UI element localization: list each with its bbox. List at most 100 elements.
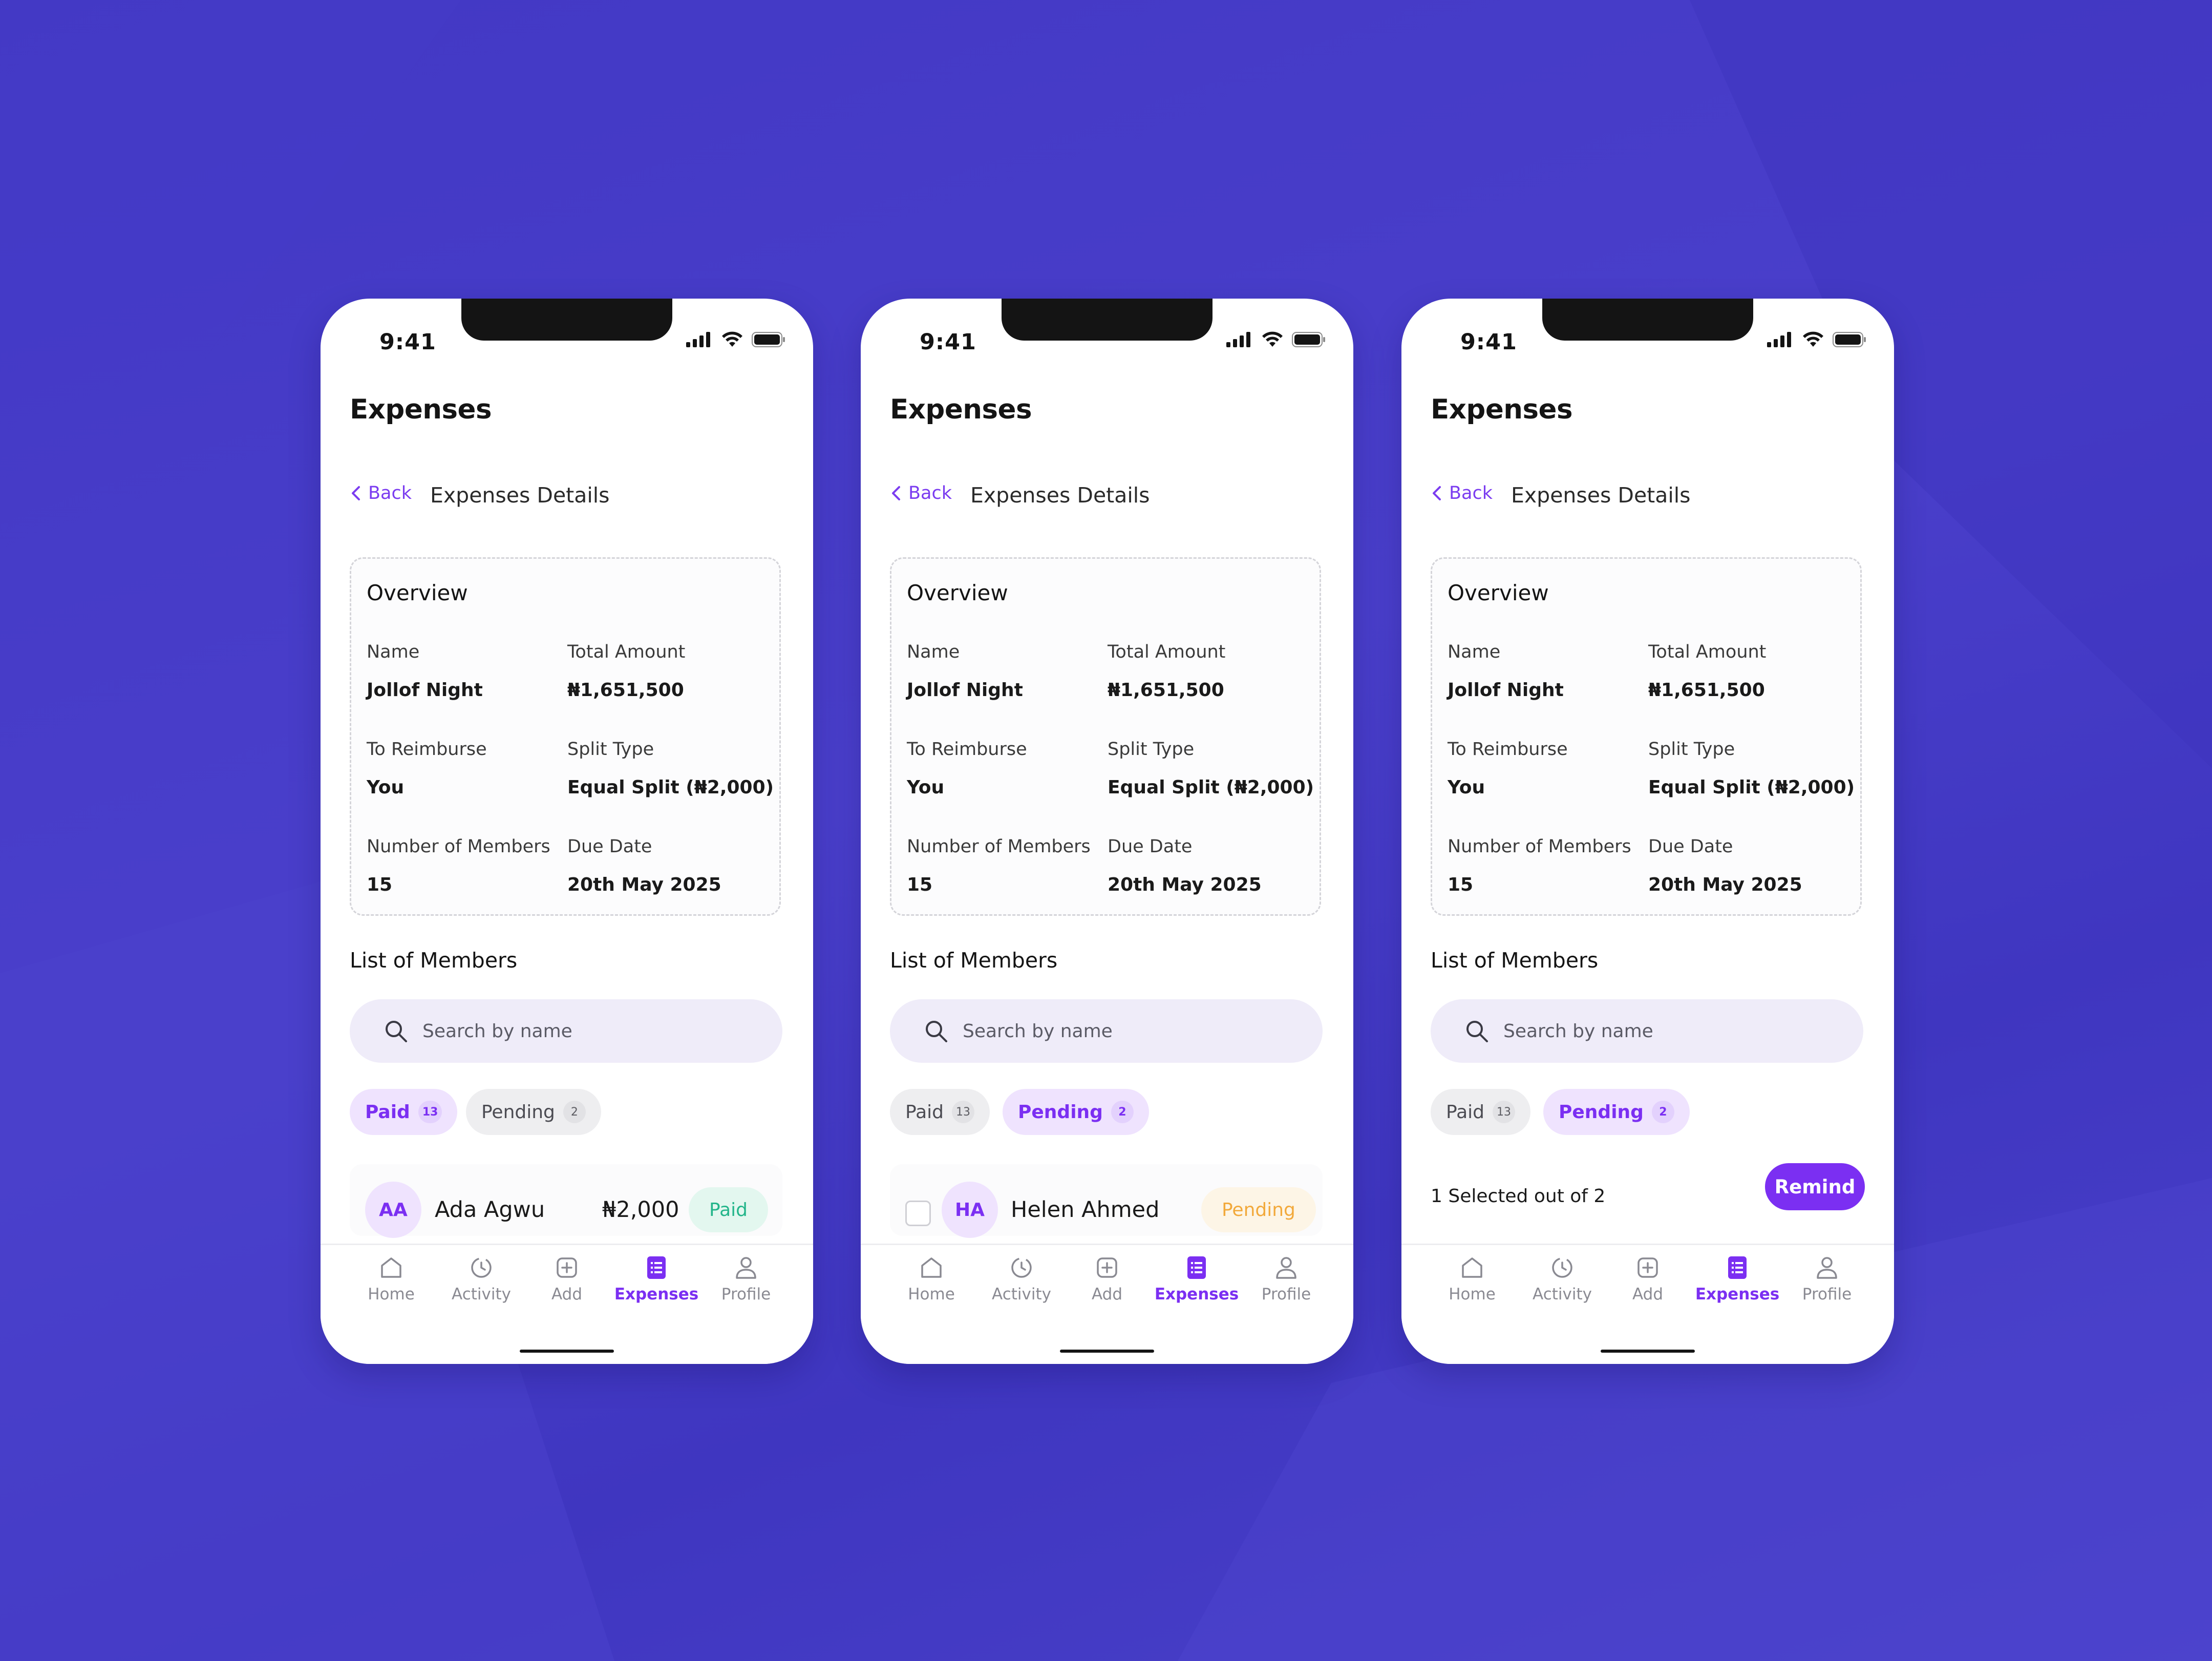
- back-button[interactable]: Back: [890, 483, 952, 503]
- total-amount-value: ₦1,651,500: [1108, 680, 1224, 701]
- filter-chip-pending[interactable]: Pending 2: [466, 1089, 601, 1135]
- tab-home[interactable]: Home: [353, 1254, 430, 1303]
- chevron-left-icon: [1433, 486, 1441, 500]
- split-type-label: Split Type: [567, 739, 654, 760]
- tab-home[interactable]: Home: [893, 1254, 970, 1303]
- split-type-value: Equal Split (₦2,000): [1108, 777, 1314, 798]
- members-section-title: List of Members: [1431, 948, 1599, 973]
- tab-activity[interactable]: Activity: [1524, 1254, 1601, 1303]
- filter-chip-paid[interactable]: Paid 13: [1431, 1089, 1531, 1135]
- reimburse-value: You: [367, 777, 405, 798]
- members-count-label: Number of Members: [367, 836, 550, 857]
- activity-icon: [471, 1257, 492, 1278]
- battery-icon: [1292, 332, 1325, 347]
- chip-count: 13: [952, 1101, 975, 1123]
- tab-add[interactable]: Add: [1069, 1254, 1145, 1303]
- activity-icon: [1011, 1257, 1032, 1278]
- chip-count: 13: [418, 1101, 442, 1123]
- notch: [1002, 299, 1213, 341]
- filter-chip-pending[interactable]: Pending 2: [1003, 1089, 1149, 1135]
- tab-profile[interactable]: Profile: [1248, 1254, 1325, 1303]
- notch: [461, 299, 672, 341]
- filter-chip-paid[interactable]: Paid 13: [890, 1089, 990, 1135]
- tab-label: Expenses: [1154, 1285, 1239, 1303]
- notch: [1542, 299, 1753, 341]
- wifi-icon: [1262, 331, 1283, 347]
- chip-label: Paid: [1446, 1101, 1485, 1123]
- total-amount-value: ₦1,651,500: [1648, 680, 1765, 701]
- tab-expenses[interactable]: Expenses: [1155, 1254, 1239, 1303]
- phone-screen-remind: 9:41 Expenses Back Expenses Details Over…: [1401, 299, 1894, 1364]
- expenses-icon: [1187, 1256, 1206, 1279]
- tab-label: Expenses: [1695, 1285, 1780, 1303]
- name-label: Name: [907, 642, 960, 662]
- overview-card: Overview Name Jollof Night Total Amount …: [1431, 557, 1862, 916]
- list-item[interactable]: HA Helen Ahmed Pending: [890, 1164, 1323, 1238]
- back-button[interactable]: Back: [1431, 483, 1493, 503]
- total-amount-label: Total Amount: [1108, 642, 1226, 662]
- members-count-value: 15: [367, 874, 393, 895]
- chip-label: Pending: [1018, 1101, 1103, 1123]
- home-icon: [1462, 1257, 1482, 1278]
- filter-chip-paid[interactable]: Paid 13: [350, 1089, 458, 1135]
- tab-profile[interactable]: Profile: [708, 1254, 784, 1303]
- tab-add[interactable]: Add: [1609, 1254, 1686, 1303]
- profile-icon: [1817, 1257, 1837, 1279]
- home-indicator: [1060, 1350, 1154, 1353]
- due-date-label: Due Date: [1108, 836, 1193, 857]
- tab-home[interactable]: Home: [1434, 1254, 1511, 1303]
- due-date-label: Due Date: [567, 836, 652, 857]
- chip-label: Paid: [905, 1101, 944, 1123]
- due-date-label: Due Date: [1648, 836, 1733, 857]
- split-type-value: Equal Split (₦2,000): [567, 777, 774, 798]
- tab-bar: Home Activity Add Expenses Profile: [321, 1244, 813, 1364]
- tab-expenses[interactable]: Expenses: [1695, 1254, 1779, 1303]
- due-date-value: 20th May 2025: [567, 874, 721, 895]
- signal-icon: [686, 332, 710, 347]
- tab-label: Activity: [452, 1285, 511, 1303]
- selection-count: 1 Selected out of 2: [1431, 1186, 1606, 1207]
- split-type-value: Equal Split (₦2,000): [1648, 777, 1855, 798]
- expenses-icon: [1728, 1256, 1747, 1279]
- members-count-label: Number of Members: [1448, 836, 1631, 857]
- tab-label: Activity: [992, 1285, 1051, 1303]
- tab-bar: Home Activity Add Expenses Profile: [861, 1244, 1353, 1364]
- tab-activity[interactable]: Activity: [443, 1254, 520, 1303]
- list-item[interactable]: AA Ada Agwu ₦2,000 Paid: [350, 1164, 782, 1238]
- reimburse-label: To Reimburse: [1448, 739, 1568, 760]
- home-icon: [381, 1257, 401, 1278]
- search-input[interactable]: Search by name: [1431, 999, 1863, 1063]
- tab-label: Profile: [1261, 1285, 1311, 1303]
- tab-activity[interactable]: Activity: [983, 1254, 1060, 1303]
- phone-screen-pending: 9:41 Expenses Back Expenses Details Over…: [861, 299, 1353, 1364]
- tab-profile[interactable]: Profile: [1789, 1254, 1865, 1303]
- remind-button[interactable]: Remind: [1765, 1163, 1865, 1210]
- members-count-value: 15: [907, 874, 933, 895]
- back-label: Back: [908, 483, 952, 503]
- overview-heading: Overview: [907, 580, 1008, 605]
- total-amount-label: Total Amount: [1648, 642, 1767, 662]
- chevron-left-icon: [352, 486, 360, 500]
- split-type-label: Split Type: [1648, 739, 1735, 760]
- search-input[interactable]: Search by name: [890, 999, 1323, 1063]
- overview-heading: Overview: [367, 580, 468, 605]
- tab-expenses[interactable]: Expenses: [614, 1254, 698, 1303]
- members-count-label: Number of Members: [907, 836, 1091, 857]
- back-button[interactable]: Back: [350, 483, 412, 503]
- search-icon: [386, 1021, 407, 1042]
- add-icon: [1097, 1257, 1117, 1278]
- back-label: Back: [368, 483, 412, 503]
- status-badge: Paid: [689, 1187, 769, 1232]
- members-count-value: 15: [1448, 874, 1474, 895]
- member-checkbox[interactable]: [905, 1201, 931, 1226]
- name-value: Jollof Night: [1448, 680, 1564, 701]
- status-icons: [686, 331, 785, 348]
- search-input[interactable]: Search by name: [350, 999, 782, 1063]
- tab-add[interactable]: Add: [528, 1254, 605, 1303]
- split-type-label: Split Type: [1108, 739, 1195, 760]
- phone-screen-paid: 9:41 Expenses Back Expenses Details Over…: [321, 299, 813, 1364]
- filter-chip-pending[interactable]: Pending 2: [1543, 1089, 1690, 1135]
- chip-label: Pending: [481, 1101, 555, 1123]
- reimburse-label: To Reimburse: [367, 739, 487, 760]
- total-amount-value: ₦1,651,500: [567, 680, 684, 701]
